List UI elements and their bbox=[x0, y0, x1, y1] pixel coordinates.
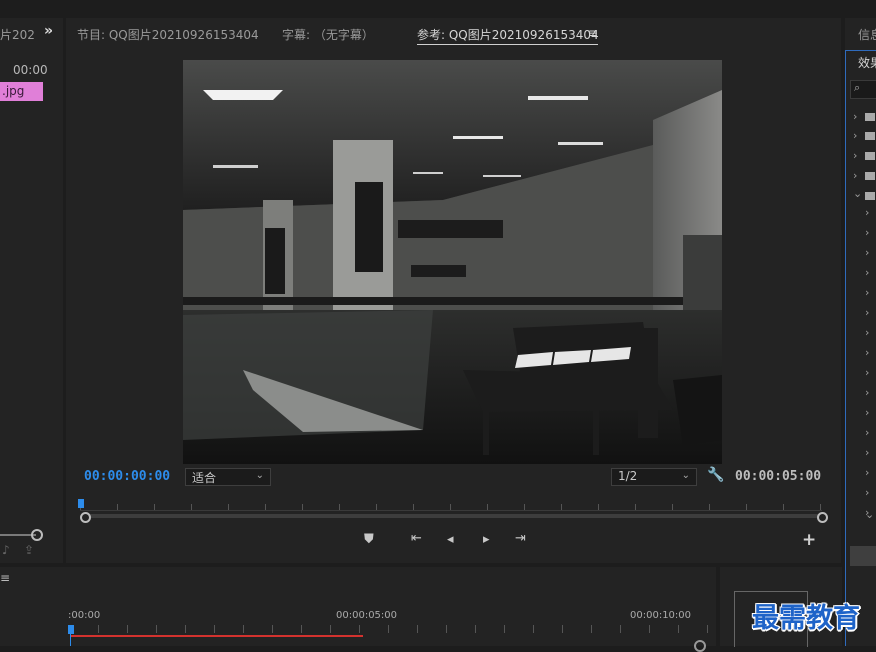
effects-folder-5[interactable]: ⌄ bbox=[845, 186, 875, 206]
timeline-ruler-label-2: 00:00:10:00 bbox=[630, 610, 692, 621]
chevron-right-icon[interactable]: › bbox=[865, 246, 869, 259]
folder-icon bbox=[865, 192, 875, 200]
effects-folder-4[interactable]: › bbox=[845, 166, 875, 186]
chevron-right-icon[interactable]: › bbox=[865, 226, 869, 239]
chevron-right-icon[interactable]: › bbox=[865, 326, 869, 339]
tab-effects[interactable]: 效果 bbox=[858, 54, 876, 71]
chevron-right-icon[interactable]: › bbox=[865, 446, 869, 459]
export-icon[interactable]: ⇪ bbox=[24, 543, 34, 557]
effects-folder-3[interactable]: › bbox=[845, 146, 875, 166]
chevron-down-icon: ⌄ bbox=[681, 470, 690, 481]
timeline-zoom-handle[interactable] bbox=[694, 640, 706, 652]
folder-icon bbox=[865, 132, 875, 140]
audio-icon[interactable]: ♪ bbox=[2, 543, 10, 557]
tab-captions[interactable]: 字幕: （无字幕） bbox=[282, 26, 374, 43]
folder-icon bbox=[865, 172, 875, 180]
chevron-right-icon[interactable]: › bbox=[865, 486, 869, 499]
step-forward-icon[interactable]: ▸ bbox=[483, 532, 490, 547]
timeline-ruler-label-0: :00:00 bbox=[68, 610, 101, 621]
project-timecode: 00:00 bbox=[13, 63, 48, 77]
tab-info[interactable]: 信息 bbox=[858, 26, 876, 43]
chevron-right-icon[interactable]: › bbox=[865, 406, 869, 419]
scrub-out-handle[interactable] bbox=[817, 512, 828, 523]
panel-overflow-icon[interactable]: » bbox=[44, 23, 53, 39]
timeline-playhead[interactable] bbox=[68, 625, 74, 634]
effects-folder-1[interactable]: › bbox=[845, 107, 875, 127]
chevron-right-icon[interactable]: › bbox=[865, 266, 869, 279]
zoom-slider-handle[interactable] bbox=[31, 529, 43, 541]
monitor-time-ruler[interactable] bbox=[80, 498, 822, 511]
video-frame bbox=[183, 60, 722, 464]
playhead-timecode[interactable]: 00:00:00:00 bbox=[84, 469, 170, 484]
tab-reference[interactable]: 参考: QQ图片20210926153404 bbox=[417, 26, 599, 43]
resolution-dropdown[interactable]: 1/2 ⌄ bbox=[611, 468, 697, 486]
chevron-right-icon[interactable]: › bbox=[865, 386, 869, 399]
search-icon: ⌕ bbox=[854, 81, 861, 94]
chevron-down-icon[interactable]: ⌄ bbox=[865, 508, 874, 521]
scrub-bar[interactable] bbox=[84, 514, 821, 518]
wrench-icon[interactable]: 🔧 bbox=[707, 467, 724, 483]
go-to-in-icon[interactable]: ⇤ bbox=[411, 531, 422, 546]
chevron-right-icon[interactable]: › bbox=[865, 366, 869, 379]
go-to-out-icon[interactable]: ⇥ bbox=[515, 531, 526, 546]
chevron-right-icon[interactable]: › bbox=[865, 426, 869, 439]
chevron-right-icon: › bbox=[853, 129, 858, 142]
work-area-bar[interactable] bbox=[71, 635, 363, 637]
chevron-right-icon[interactable]: › bbox=[865, 346, 869, 359]
chevron-right-icon: › bbox=[853, 149, 858, 162]
chevron-down-icon: ⌄ bbox=[853, 187, 863, 200]
station-image bbox=[183, 60, 722, 464]
fit-label: 适合 bbox=[192, 471, 217, 485]
effects-panel: 信息 效果 ⌕ › › › › ⌄ › › › › › › › › › › › … bbox=[845, 18, 876, 646]
effects-footer-bar bbox=[850, 546, 876, 566]
monitor-panel: 节目: QQ图片20210926153404 字幕: （无字幕） 参考: QQ图… bbox=[66, 18, 841, 563]
timeline-ruler-label-1: 00:00:05:00 bbox=[336, 610, 398, 621]
folder-icon bbox=[865, 113, 875, 121]
hamburger-menu-icon[interactable]: ≡ bbox=[588, 26, 598, 40]
project-panel: 片202 » 00:00 .jpg ♪ ⇪ bbox=[0, 18, 63, 563]
effects-folder-2[interactable]: › bbox=[845, 126, 875, 146]
folder-icon bbox=[865, 152, 875, 160]
tab-program[interactable]: 节目: QQ图片20210926153404 bbox=[77, 26, 259, 43]
scrub-in-handle[interactable] bbox=[80, 512, 91, 523]
chevron-right-icon[interactable]: › bbox=[865, 466, 869, 479]
timeline-menu-icon[interactable]: ≡ bbox=[0, 571, 10, 585]
project-tab-label[interactable]: 片202 bbox=[0, 26, 35, 43]
chevron-right-icon: › bbox=[853, 110, 858, 123]
chevron-right-icon[interactable]: › bbox=[865, 206, 869, 219]
add-button-icon[interactable]: + bbox=[802, 530, 816, 550]
marker-icon[interactable]: ⛊ bbox=[364, 532, 374, 547]
timeline-panel: ≡ :00:00 00:00:05:00 00:00:10:00 bbox=[0, 567, 716, 652]
tab-reference-underline bbox=[417, 44, 598, 45]
chevron-right-icon: › bbox=[853, 169, 858, 182]
chevron-right-icon[interactable]: › bbox=[865, 286, 869, 299]
watermark-logo: 最需教育 bbox=[752, 603, 860, 634]
duration-timecode: 00:00:05:00 bbox=[735, 469, 822, 484]
step-back-icon[interactable]: ◂ bbox=[447, 532, 454, 547]
effects-subitems: › › › › › › › › › › › › › › › › bbox=[845, 206, 876, 526]
clip-item[interactable]: .jpg bbox=[0, 82, 43, 101]
timeline-playhead-line bbox=[70, 629, 71, 646]
resolution-label: 1/2 bbox=[618, 469, 638, 483]
chevron-down-icon: ⌄ bbox=[255, 470, 264, 481]
fit-dropdown[interactable]: 适合 ⌄ bbox=[185, 468, 271, 486]
chevron-right-icon[interactable]: › bbox=[865, 306, 869, 319]
monitor-playhead[interactable] bbox=[78, 499, 84, 508]
timeline-ruler[interactable] bbox=[69, 625, 709, 633]
clip-name: .jpg bbox=[2, 84, 25, 98]
search-field[interactable]: ⌕ bbox=[850, 80, 876, 99]
